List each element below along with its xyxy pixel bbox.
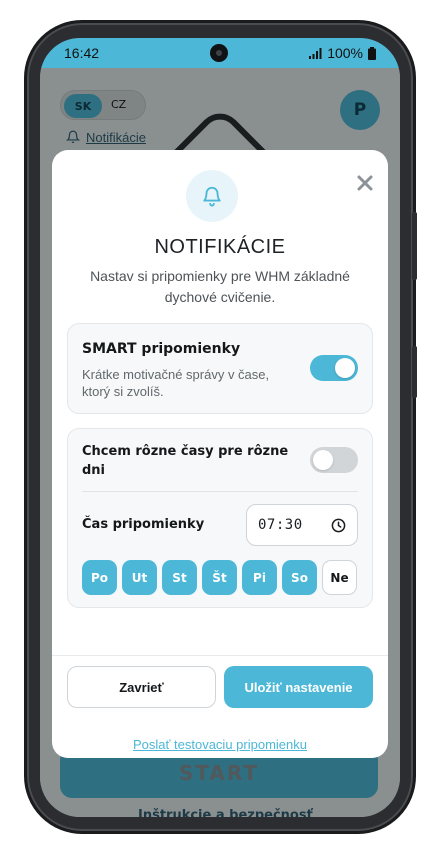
volume-button (412, 212, 417, 280)
bell-icon (66, 130, 80, 143)
smart-reminders-card: SMART pripomienky Krátke motivačné správ… (67, 323, 373, 414)
close-icon[interactable] (356, 174, 374, 192)
time-value: 07:30 (258, 517, 303, 533)
notifications-modal: NOTIFIKÁCIE Nastav si pripomienky pre WH… (52, 150, 388, 758)
toggle-knob (335, 358, 355, 378)
notifications-link[interactable]: Notifikácie (66, 130, 146, 145)
signal-icon (309, 47, 322, 59)
modal-subtitle: Nastav si pripomienky pre WHM základné d… (90, 268, 350, 305)
modal-title: NOTIFIKÁCIE (154, 236, 286, 258)
day-so[interactable]: So (282, 560, 317, 595)
send-test-reminder-link[interactable]: Poslať testovaciu pripomienku (52, 737, 388, 752)
save-settings-button[interactable]: Uložiť nastavenie (224, 666, 373, 708)
status-bar: 16:42 100% (40, 38, 400, 68)
schedule-card: Chcem rôzne časy pre rôzne dni Čas pripo… (67, 428, 373, 608)
smart-reminders-title: SMART pripomienky (82, 341, 241, 357)
different-times-label: Chcem rôzne časy pre rôzne dni (82, 444, 289, 478)
power-button (412, 346, 417, 398)
smart-reminders-toggle[interactable] (310, 355, 358, 381)
clock-icon[interactable] (331, 518, 346, 533)
footer-divider (52, 655, 388, 656)
reminder-time-label: Čas pripomienky (82, 517, 205, 532)
day-st[interactable]: St (162, 560, 197, 595)
avatar[interactable]: P (340, 90, 380, 130)
battery-icon (368, 46, 376, 60)
smart-reminders-description: Krátke motivačné správy v čase, ktorý si… (82, 367, 270, 399)
instructions-link[interactable]: Inštrukcie a bezpečnosť (138, 808, 313, 817)
reminder-time-input[interactable]: 07:30 (246, 504, 358, 546)
lang-cz-option[interactable]: CZ (111, 98, 126, 111)
status-right: 100% (309, 45, 376, 61)
language-toggle[interactable]: SK CZ (60, 90, 146, 120)
day-ut[interactable]: Ut (122, 560, 157, 595)
battery-percent: 100% (327, 45, 363, 61)
screen: 16:42 100% SK CZ P Notifikácie START Inš… (40, 38, 400, 817)
day-po[interactable]: Po (82, 560, 117, 595)
day-st2[interactable]: Št (202, 560, 237, 595)
status-time: 16:42 (64, 45, 100, 61)
different-times-toggle[interactable] (310, 447, 358, 473)
day-pi[interactable]: Pi (242, 560, 277, 595)
divider (82, 491, 358, 492)
day-ne[interactable]: Ne (322, 560, 357, 595)
notifications-link-label: Notifikácie (86, 130, 146, 145)
weekday-selector: Po Ut St Št Pi So Ne (82, 560, 357, 595)
toggle-knob (313, 450, 333, 470)
lang-sk-option[interactable]: SK (64, 94, 102, 118)
close-button[interactable]: Zavrieť (67, 666, 216, 708)
bell-icon (203, 186, 221, 207)
bell-icon-badge (186, 170, 238, 222)
camera-icon (210, 44, 228, 62)
